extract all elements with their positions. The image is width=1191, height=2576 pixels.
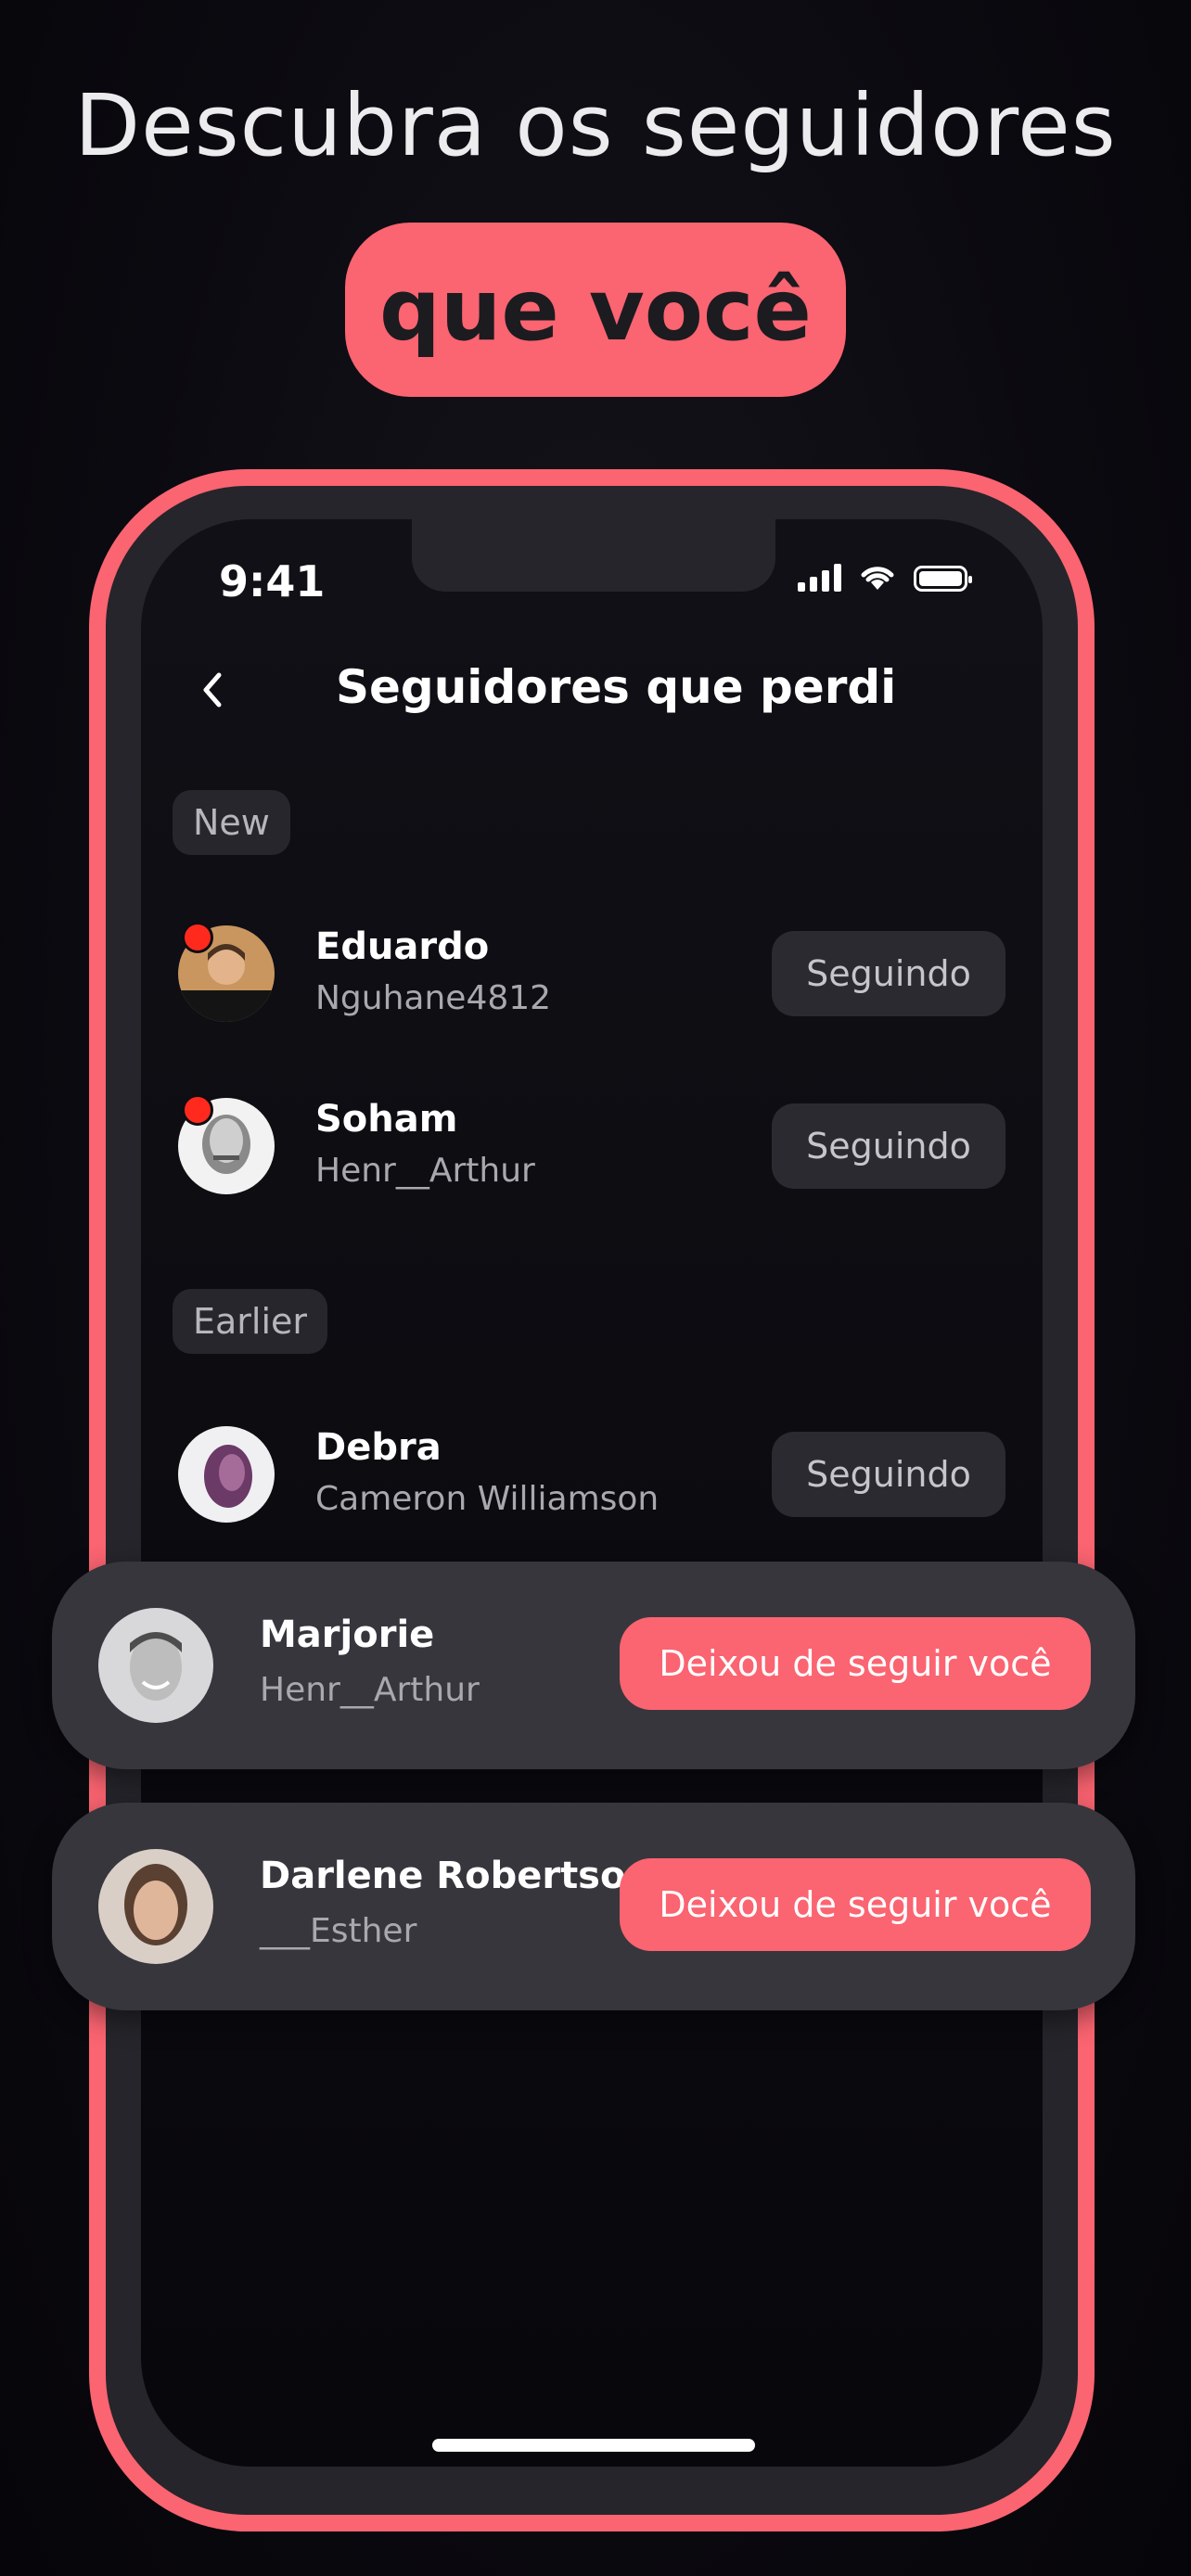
follower-handle: ___Esther: [260, 1912, 417, 1950]
follower-name: Debra: [315, 1426, 442, 1469]
avatar: [98, 1849, 213, 1964]
follower-name: Darlene Robertson: [260, 1855, 652, 1897]
phone-notch: [412, 519, 775, 592]
page-title: Seguidores que perdi: [336, 660, 897, 714]
highlight-pill: que você: [345, 223, 846, 397]
battery-icon: [914, 566, 972, 592]
list-item[interactable]: Soham Henr__Arthur Seguindo: [178, 1094, 1005, 1202]
unfollowed-you-button[interactable]: Deixou de seguir você: [620, 1858, 1091, 1951]
follower-handle: Cameron Williamson: [315, 1480, 660, 1518]
home-indicator[interactable]: [432, 2439, 755, 2452]
avatar: [98, 1608, 213, 1723]
section-label-new: New: [173, 790, 290, 855]
unread-dot: [182, 1094, 213, 1126]
back-chevron-icon[interactable]: [193, 666, 230, 714]
cellular-signal-icon: [798, 562, 841, 592]
follower-name: Eduardo: [315, 925, 490, 968]
status-icons: [798, 562, 972, 592]
wifi-icon: [861, 567, 894, 590]
status-time: 9:41: [219, 556, 326, 606]
section-label-earlier: Earlier: [173, 1289, 328, 1354]
unread-dot: [182, 922, 213, 953]
follower-name: Soham: [315, 1098, 458, 1141]
unfollowed-you-button[interactable]: Deixou de seguir você: [620, 1617, 1091, 1710]
unfollower-card[interactable]: Darlene Robertson ___Esther Deixou de se…: [52, 1803, 1135, 2010]
marketing-headline: Descubra os seguidores: [74, 76, 1117, 175]
following-button[interactable]: Seguindo: [772, 1103, 1005, 1189]
follower-name: Marjorie: [260, 1613, 435, 1656]
unfollower-card[interactable]: Marjorie Henr__Arthur Deixou de seguir v…: [52, 1562, 1135, 1769]
follower-handle: Henr__Arthur: [260, 1671, 480, 1709]
follower-handle: Nguhane4812: [315, 979, 552, 1017]
list-item[interactable]: Debra Cameron Williamson Seguindo: [178, 1426, 1005, 1530]
follower-handle: Henr__Arthur: [315, 1152, 535, 1190]
avatar: [178, 1426, 275, 1523]
list-item[interactable]: Eduardo Nguhane4812 Seguindo: [178, 922, 1005, 1029]
following-button[interactable]: Seguindo: [772, 931, 1005, 1016]
following-button[interactable]: Seguindo: [772, 1432, 1005, 1517]
